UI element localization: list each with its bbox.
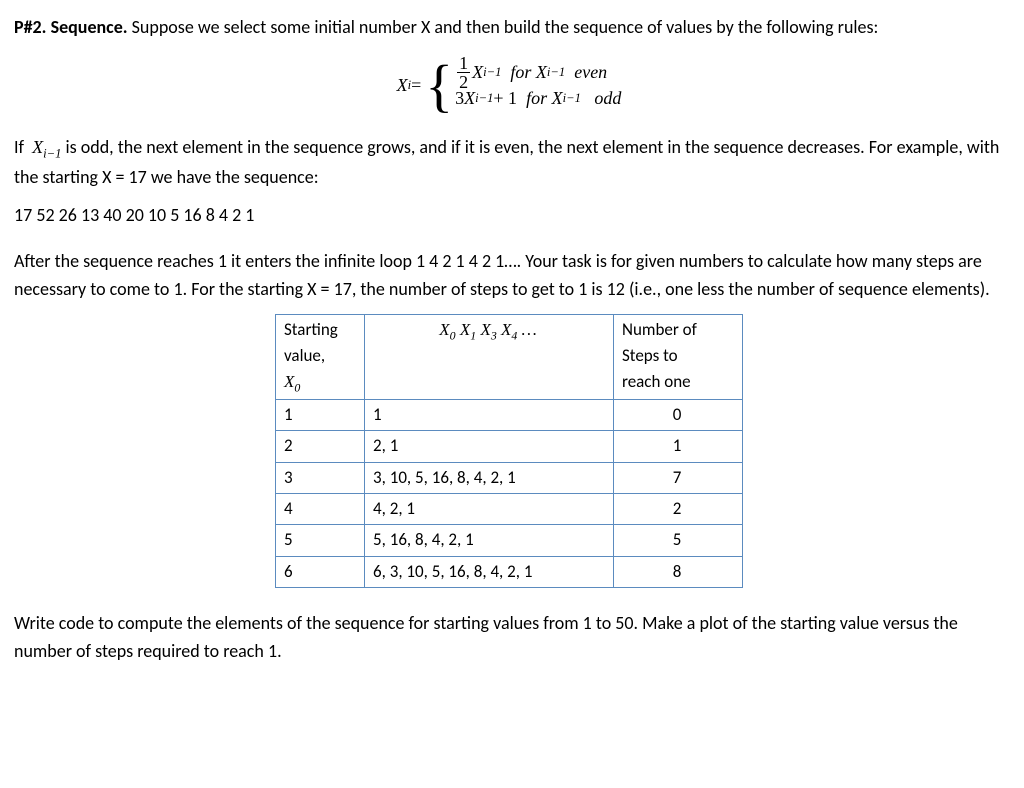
table-body: 1 1 0 2 2, 1 1 3 3, 10, 5, 16, 8, 4, 2, …: [276, 400, 743, 588]
cell-steps: 2: [614, 494, 743, 525]
cell-seq: 5, 16, 8, 4, 2, 1: [365, 525, 614, 556]
problem-intro: P#2. Sequence. Suppose we select some in…: [14, 14, 1004, 42]
table-row: 4 4, 2, 1 2: [276, 494, 743, 525]
eq-equals: =: [411, 72, 421, 100]
h1-line1: Starting: [284, 319, 338, 340]
cell-steps: 0: [614, 400, 743, 431]
case1-cond-var: X: [536, 59, 547, 87]
h1-line2: value,: [284, 345, 325, 366]
h1-sub: 0: [294, 381, 300, 395]
cell-seq: 3, 10, 5, 16, 8, 4, 2, 1: [365, 462, 614, 493]
cell-steps: 7: [614, 462, 743, 493]
para-task: After the sequence reaches 1 it enters t…: [14, 248, 1004, 304]
cell-start: 3: [276, 462, 365, 493]
cell-steps: 8: [614, 556, 743, 587]
case1-cond-sub: i−1: [547, 63, 565, 83]
para2-rest: is odd, the next element in the sequence…: [14, 136, 999, 188]
para2-sub: i−1: [43, 146, 61, 160]
case2-sub: i−1: [475, 89, 493, 109]
cell-start: 2: [276, 431, 365, 462]
h3-line1: Number of: [622, 319, 697, 340]
table-row: 3 3, 10, 5, 16, 8, 4, 2, 1 7: [276, 462, 743, 493]
h3-line3: reach one: [622, 371, 691, 392]
case2-cond-var: X: [552, 85, 563, 113]
problem-number: P#2.: [14, 16, 46, 38]
para2-pre: If: [14, 136, 32, 158]
cell-seq: 6, 3, 10, 5, 16, 8, 4, 2, 1: [365, 556, 614, 587]
para-explanation: If Xi−1 is odd, the next element in the …: [14, 134, 1004, 192]
cell-steps: 5: [614, 525, 743, 556]
cell-seq: 1: [365, 400, 614, 431]
cell-steps: 1: [614, 431, 743, 462]
left-brace: {: [425, 60, 453, 112]
h2-x1: X: [456, 320, 471, 339]
th-sequence: X0 X1 X3 X4 …: [365, 314, 614, 400]
sequence-example: 17 52 26 13 40 20 10 5 16 8 4 2 1: [14, 202, 1004, 230]
case2-plus: + 1: [493, 85, 517, 113]
frac-num: 1: [457, 54, 470, 73]
case1-cond-word: even: [565, 59, 607, 87]
piecewise-equation: Xi = { 1 2 Xi−1 for Xi−1 even 3 Xi−1: [14, 60, 1004, 112]
th-steps: Number of Steps to reach one: [614, 314, 743, 400]
case1-sub: i−1: [483, 63, 501, 83]
eq-lhs-var: X: [397, 72, 408, 100]
table-row: 6 6, 3, 10, 5, 16, 8, 4, 2, 1 8: [276, 556, 743, 587]
intro-text: Suppose we select some initial number X …: [132, 16, 879, 38]
para-instructions: Write code to compute the elements of th…: [14, 610, 1004, 666]
table-row: 5 5, 16, 8, 4, 2, 1 5: [276, 525, 743, 556]
h2-x3: X: [476, 320, 491, 339]
case1-var: X: [472, 59, 483, 87]
case-even: 1 2 Xi−1 for Xi−1 even: [455, 60, 621, 86]
problem-title: Sequence.: [51, 16, 128, 38]
h1-var: X: [284, 372, 294, 391]
th-starting-value: Starting value, X0: [276, 314, 365, 400]
h2-x4: X: [497, 320, 512, 339]
case2-var: X: [464, 85, 475, 113]
table-header-row: Starting value, X0 X0 X1 X3 X4 … Number …: [276, 314, 743, 400]
table-row: 1 1 0: [276, 400, 743, 431]
case2-coef: 3: [455, 85, 464, 113]
h2-x0: X: [439, 320, 449, 339]
cell-start: 5: [276, 525, 365, 556]
case2-cond-sub: i−1: [563, 89, 581, 109]
cell-seq: 4, 2, 1: [365, 494, 614, 525]
h3-line2: Steps to: [622, 345, 678, 366]
case2-for: for: [517, 85, 552, 113]
h2-dots: …: [517, 320, 536, 339]
case2-cond-word: odd: [581, 85, 622, 113]
cell-start: 4: [276, 494, 365, 525]
para2-var: X: [32, 137, 43, 157]
cell-start: 1: [276, 400, 365, 431]
case1-for: for: [501, 59, 536, 87]
cell-seq: 2, 1: [365, 431, 614, 462]
case-odd: 3 Xi−1 + 1 for Xi−1 odd: [455, 86, 621, 112]
sequence-table: Starting value, X0 X0 X1 X3 X4 … Number …: [275, 314, 743, 589]
cell-start: 6: [276, 556, 365, 587]
table-row: 2 2, 1 1: [276, 431, 743, 462]
